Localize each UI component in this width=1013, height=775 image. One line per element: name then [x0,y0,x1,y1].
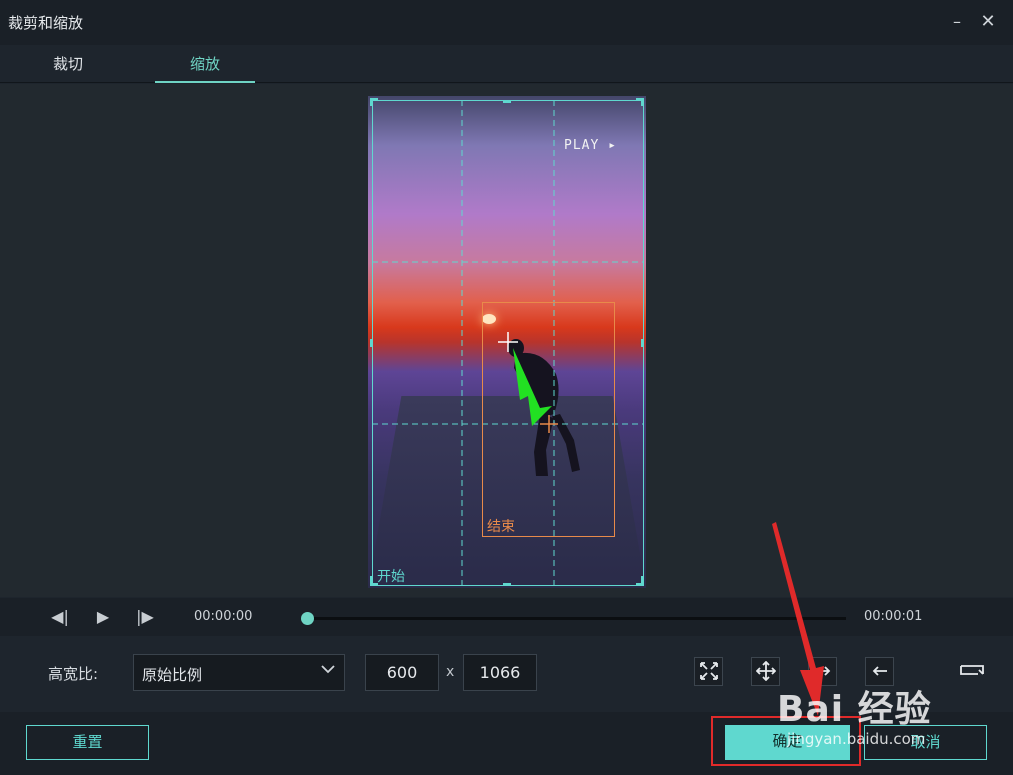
dimension-separator: x [446,664,455,680]
watermark-url: jingyan.baidu.com [787,730,926,748]
chevron-down-icon [320,661,336,681]
play-icon[interactable]: ▶ [92,607,114,627]
close-icon[interactable]: ✕ [974,8,1002,36]
crop-overlay: 开始 结束 [368,96,646,588]
watermark: Bai 经验 jingyan.baidu.com [777,672,1013,762]
watermark-logo: Bai 经验 [777,689,932,730]
fit-icon[interactable] [694,657,723,686]
start-label: 开始 [377,569,405,585]
tab-bar: 裁切 缩放 [0,45,1013,83]
next-frame-icon[interactable]: |▶ [134,607,156,627]
tab-crop[interactable]: 裁切 [18,45,118,83]
tab-zoom[interactable]: 缩放 [155,45,255,83]
current-time: 00:00:00 [194,609,253,624]
minimize-icon[interactable]: – [943,8,971,36]
previous-frame-icon[interactable]: ◀| [49,607,71,627]
end-crop-frame[interactable] [482,302,615,537]
progress-handle[interactable] [301,612,314,625]
reset-button[interactable]: 重置 [26,725,149,760]
height-field[interactable]: 1066 [463,654,537,691]
window-title: 裁剪和缩放 [8,14,84,32]
end-time: 00:00:01 [864,609,923,624]
aspect-ratio-label: 高宽比: [48,665,99,683]
aspect-ratio-select[interactable]: 原始比例 [133,654,345,691]
title-bar: 裁剪和缩放 – ✕ [0,0,1013,45]
aspect-ratio-value: 原始比例 [142,666,203,684]
width-field[interactable]: 600 [365,654,439,691]
end-label: 结束 [487,519,515,535]
